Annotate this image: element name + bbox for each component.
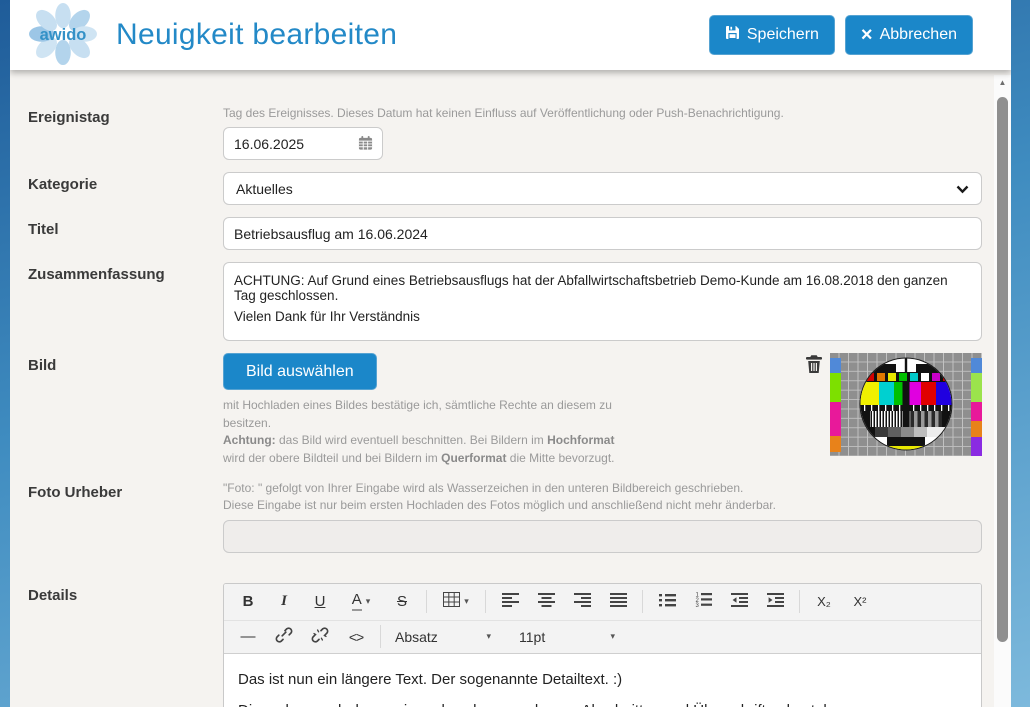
foto-urheber-input[interactable] xyxy=(223,520,982,553)
bullet-list-icon xyxy=(659,593,676,611)
italic-button[interactable]: I xyxy=(266,588,302,616)
zusammenfassung-textarea[interactable]: ACHTUNG: Auf Grund eines Betriebsausflug… xyxy=(223,262,982,341)
kategorie-selected-value: Aktuelles xyxy=(236,181,293,197)
outdent-button[interactable] xyxy=(721,588,757,616)
superscript-button[interactable]: X² xyxy=(842,588,878,616)
save-icon xyxy=(725,25,740,45)
text-color-button[interactable]: A ▾ xyxy=(338,588,384,616)
toolbar-separator xyxy=(426,590,427,613)
dropdown-arrow-icon: ▾ xyxy=(366,596,371,607)
align-justify-button[interactable] xyxy=(600,588,636,616)
dropdown-arrow-icon: ▾ xyxy=(464,596,469,607)
awido-logo-flower: awido xyxy=(24,1,102,67)
font-size-dropdown[interactable]: 11pt ▾ xyxy=(511,623,623,651)
label-details: Details xyxy=(28,583,223,707)
details-editor-body[interactable]: Das ist nun ein längere Text. Der sogena… xyxy=(224,654,981,707)
row-foto-urheber: Foto Urheber "Foto: " gefolgt von Ihrer … xyxy=(28,480,1011,553)
row-ereignistag: Ereignistag Tag des Ereignisses. Dieses … xyxy=(28,105,1011,160)
help-ereignistag: Tag des Ereignisses. Dieses Datum hat ke… xyxy=(223,105,982,122)
font-size-value: 11pt xyxy=(519,629,545,645)
horizontal-rule-button[interactable]: — xyxy=(230,623,266,651)
cancel-icon: × xyxy=(861,25,873,45)
details-paragraph: Dieser kann sehr lang sein und auch aus … xyxy=(238,702,967,707)
link-icon xyxy=(275,627,293,647)
table-button[interactable]: ▾ xyxy=(433,588,479,616)
bild-help-text: mit Hochladen eines Bildes bestätige ich… xyxy=(223,397,615,467)
align-left-icon xyxy=(502,593,519,611)
delete-image-button[interactable] xyxy=(805,354,823,377)
align-center-icon xyxy=(538,593,555,611)
bullet-list-button[interactable] xyxy=(649,588,685,616)
underline-button[interactable]: U xyxy=(302,588,338,616)
toolbar-separator xyxy=(642,590,643,613)
cancel-button-label: Abbrechen xyxy=(880,26,957,44)
dropdown-arrow-icon: ▾ xyxy=(486,631,491,642)
save-button[interactable]: Speichern xyxy=(709,15,835,55)
scrollbar-up-arrow[interactable]: ▲ xyxy=(994,75,1011,91)
paragraph-format-value: Absatz xyxy=(395,629,438,645)
row-kategorie: Kategorie Aktuelles xyxy=(28,172,1011,205)
editor-toolbar-row1: B I U A ▾ S ▾ xyxy=(224,584,981,621)
indent-icon xyxy=(767,593,784,611)
bold-button[interactable]: B xyxy=(230,588,266,616)
row-bild: Bild Bild auswählen mit Hochladen eines … xyxy=(28,353,1011,472)
header-actions: Speichern × Abbrechen xyxy=(709,15,973,55)
toolbar-separator xyxy=(799,590,800,613)
label-kategorie: Kategorie xyxy=(28,172,223,205)
page-title: Neuigkeit bearbeiten xyxy=(116,18,397,52)
svg-text:3: 3 xyxy=(695,603,699,607)
details-editor: B I U A ▾ S ▾ xyxy=(223,583,982,707)
chevron-down-icon xyxy=(956,181,969,197)
align-right-icon xyxy=(574,593,591,611)
news-image-testcard xyxy=(830,353,982,456)
row-details: Details B I U A ▾ S xyxy=(28,583,1011,707)
row-zusammenfassung: Zusammenfassung ACHTUNG: Auf Grund eines… xyxy=(28,262,1011,341)
titel-input[interactable] xyxy=(223,217,982,250)
indent-button[interactable] xyxy=(757,588,793,616)
paragraph-format-dropdown[interactable]: Absatz ▾ xyxy=(387,623,499,651)
cancel-button[interactable]: × Abbrechen xyxy=(845,15,973,55)
toolbar-separator xyxy=(380,625,381,648)
kategorie-select[interactable]: Aktuelles xyxy=(223,172,982,205)
align-left-button[interactable] xyxy=(492,588,528,616)
scrollbar: ▲ xyxy=(994,75,1011,707)
align-right-button[interactable] xyxy=(564,588,600,616)
align-justify-icon xyxy=(610,593,627,611)
align-center-button[interactable] xyxy=(528,588,564,616)
label-bild: Bild xyxy=(28,353,223,472)
row-titel: Titel xyxy=(28,217,1011,250)
scrollbar-thumb[interactable] xyxy=(997,97,1008,642)
label-ereignistag: Ereignistag xyxy=(28,105,223,160)
label-titel: Titel xyxy=(28,217,223,250)
unlink-icon xyxy=(311,627,329,647)
main-panel: awido Neuigkeit bearbeiten Speichern xyxy=(10,0,1011,707)
label-zusammenfassung: Zusammenfassung xyxy=(28,262,223,341)
numbered-list-button[interactable]: 123 xyxy=(685,588,721,616)
table-icon xyxy=(443,592,460,611)
numbered-list-icon: 123 xyxy=(695,592,712,611)
subscript-button[interactable]: X₂ xyxy=(806,588,842,616)
save-button-label: Speichern xyxy=(747,26,819,44)
trash-icon xyxy=(805,362,823,377)
awido-logo-text: awido xyxy=(40,25,87,43)
zusammenfassung-line: Vielen Dank für Ihr Verständnis xyxy=(234,309,971,324)
ereignistag-date-input[interactable] xyxy=(223,127,383,160)
insert-link-button[interactable] xyxy=(266,623,302,651)
remove-link-button[interactable] xyxy=(302,623,338,651)
zusammenfassung-line: ACHTUNG: Auf Grund eines Betriebsausflug… xyxy=(234,273,971,303)
help-foto-urheber: "Foto: " gefolgt von Ihrer Eingabe wird … xyxy=(223,480,982,515)
bild-auswaehlen-button[interactable]: Bild auswählen xyxy=(223,353,377,390)
awido-logo: awido xyxy=(24,1,102,72)
edit-form: Ereignistag Tag des Ereignisses. Dieses … xyxy=(10,70,1011,707)
label-foto-urheber: Foto Urheber xyxy=(28,480,223,553)
details-paragraph: Das ist nun ein längere Text. Der sogena… xyxy=(238,671,967,688)
toolbar-separator xyxy=(485,590,486,613)
app-header: awido Neuigkeit bearbeiten Speichern xyxy=(10,0,1011,70)
dropdown-arrow-icon: ▾ xyxy=(610,631,615,642)
source-code-button[interactable]: <> xyxy=(338,623,374,651)
outdent-icon xyxy=(731,593,748,611)
strikethrough-button[interactable]: S xyxy=(384,588,420,616)
editor-toolbar-row2: — <> Absatz ▾ xyxy=(224,621,981,654)
